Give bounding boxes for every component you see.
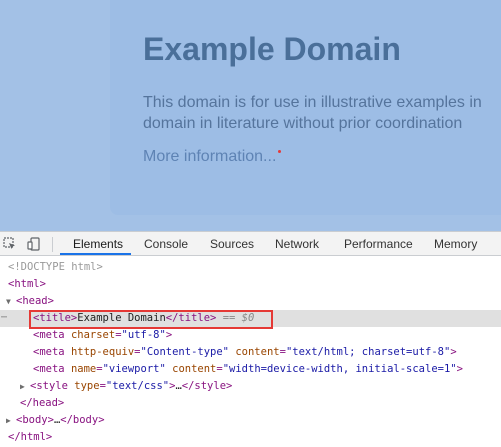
gutter-ellipsis-icon[interactable]: ⋯ [1,310,7,327]
title-close-tag: </title> [165,312,217,324]
meta2-attr2: content [235,346,280,358]
html-close-tag: </html> [8,431,53,443]
device-toggle-icon[interactable] [27,237,41,251]
tree-line-head-close[interactable]: </head> [0,395,501,412]
tree-line-html-close[interactable]: </html> [0,429,501,446]
active-tab-indicator [60,253,131,255]
more-information-link-text: More information... [143,148,277,165]
paragraph-line-1: This domain is for use in illustrative e… [143,94,482,111]
tree-line-style[interactable]: ▶ <style type="text/css">…</style> [0,378,501,395]
expand-head-icon[interactable]: ▼ [6,294,16,311]
expand-style-icon[interactable]: ▶ [20,379,30,396]
devtools-toolbar: Elements Console Sources Network Perform… [0,231,501,256]
tree-line-html[interactable]: <html> [0,276,501,293]
tab-sources[interactable]: Sources [210,232,254,256]
paragraph-line-2: domain in literature without prior coord… [143,115,463,132]
meta2-attr1: http-equiv [70,346,135,358]
meta1-attr: charset [70,329,116,341]
tab-console[interactable]: Console [144,232,188,256]
tree-line-meta-viewport[interactable]: <meta name="viewport" content="width=dev… [0,361,501,378]
page-heading: Example Domain [143,31,401,67]
meta1-tag: meta [39,329,65,341]
tab-performance[interactable]: Performance [344,232,413,256]
tab-network[interactable]: Network [275,232,319,256]
body-open-tag: <body> [16,414,54,426]
meta2-value2: "text/html; charset=utf-8" [285,346,451,358]
body-close-tag: </body> [60,414,105,426]
head-close-tag: </head> [20,397,65,409]
page-viewport: Example Domain This domain is for use in… [0,0,501,231]
meta2-tag: meta [39,346,65,358]
devtools-panel: Elements Console Sources Network Perform… [0,231,501,447]
style-value: "text/css" [105,380,170,392]
meta3-value2: "width=device-width, initial-scale=1" [222,363,457,375]
inspect-element-icon[interactable] [3,237,17,251]
tree-line-meta-http-equiv[interactable]: <meta http-equiv="Content-type" content=… [0,344,501,361]
style-close-tag: </style> [181,380,233,392]
tree-line-body[interactable]: ▶ <body>…</body> [0,412,501,429]
expand-body-icon[interactable]: ▶ [6,413,16,430]
meta3-attr1: name [70,363,97,375]
meta3-tag: meta [39,363,65,375]
style-tag: style [36,380,68,392]
html-open-tag: <html> [8,278,46,290]
cursor-dot [278,150,282,153]
toolbar-divider [52,237,53,252]
more-information-link[interactable]: More information... [143,148,282,166]
tree-line-meta-charset[interactable]: <meta charset="utf-8"> [0,327,501,344]
style-attr: type [74,380,100,392]
tree-line-title[interactable]: ⋯ <title>Example Domain</title> == $0 [0,310,501,327]
page-paragraph: This domain is for use in illustrative e… [143,92,501,134]
tree-line-head[interactable]: ▼ <head> [0,293,501,310]
tree-line-doctype[interactable]: <!DOCTYPE html> [0,259,501,276]
dom-tree: <!DOCTYPE html> <html> ▼ <head> ⋯ <title>… [0,257,501,447]
meta1-value: "utf-8" [121,329,166,341]
selected-node-marker: == $0 [222,312,255,324]
title-text: Example Domain [77,312,166,324]
doctype-text: <!DOCTYPE html> [8,261,103,273]
meta3-value1: "viewport" [102,363,166,375]
meta2-value1: "Content-type" [140,346,230,358]
meta3-attr2: content [172,363,217,375]
head-open-tag: <head> [16,295,54,307]
tab-memory[interactable]: Memory [434,232,477,256]
title-open-tag: <title> [33,312,78,324]
